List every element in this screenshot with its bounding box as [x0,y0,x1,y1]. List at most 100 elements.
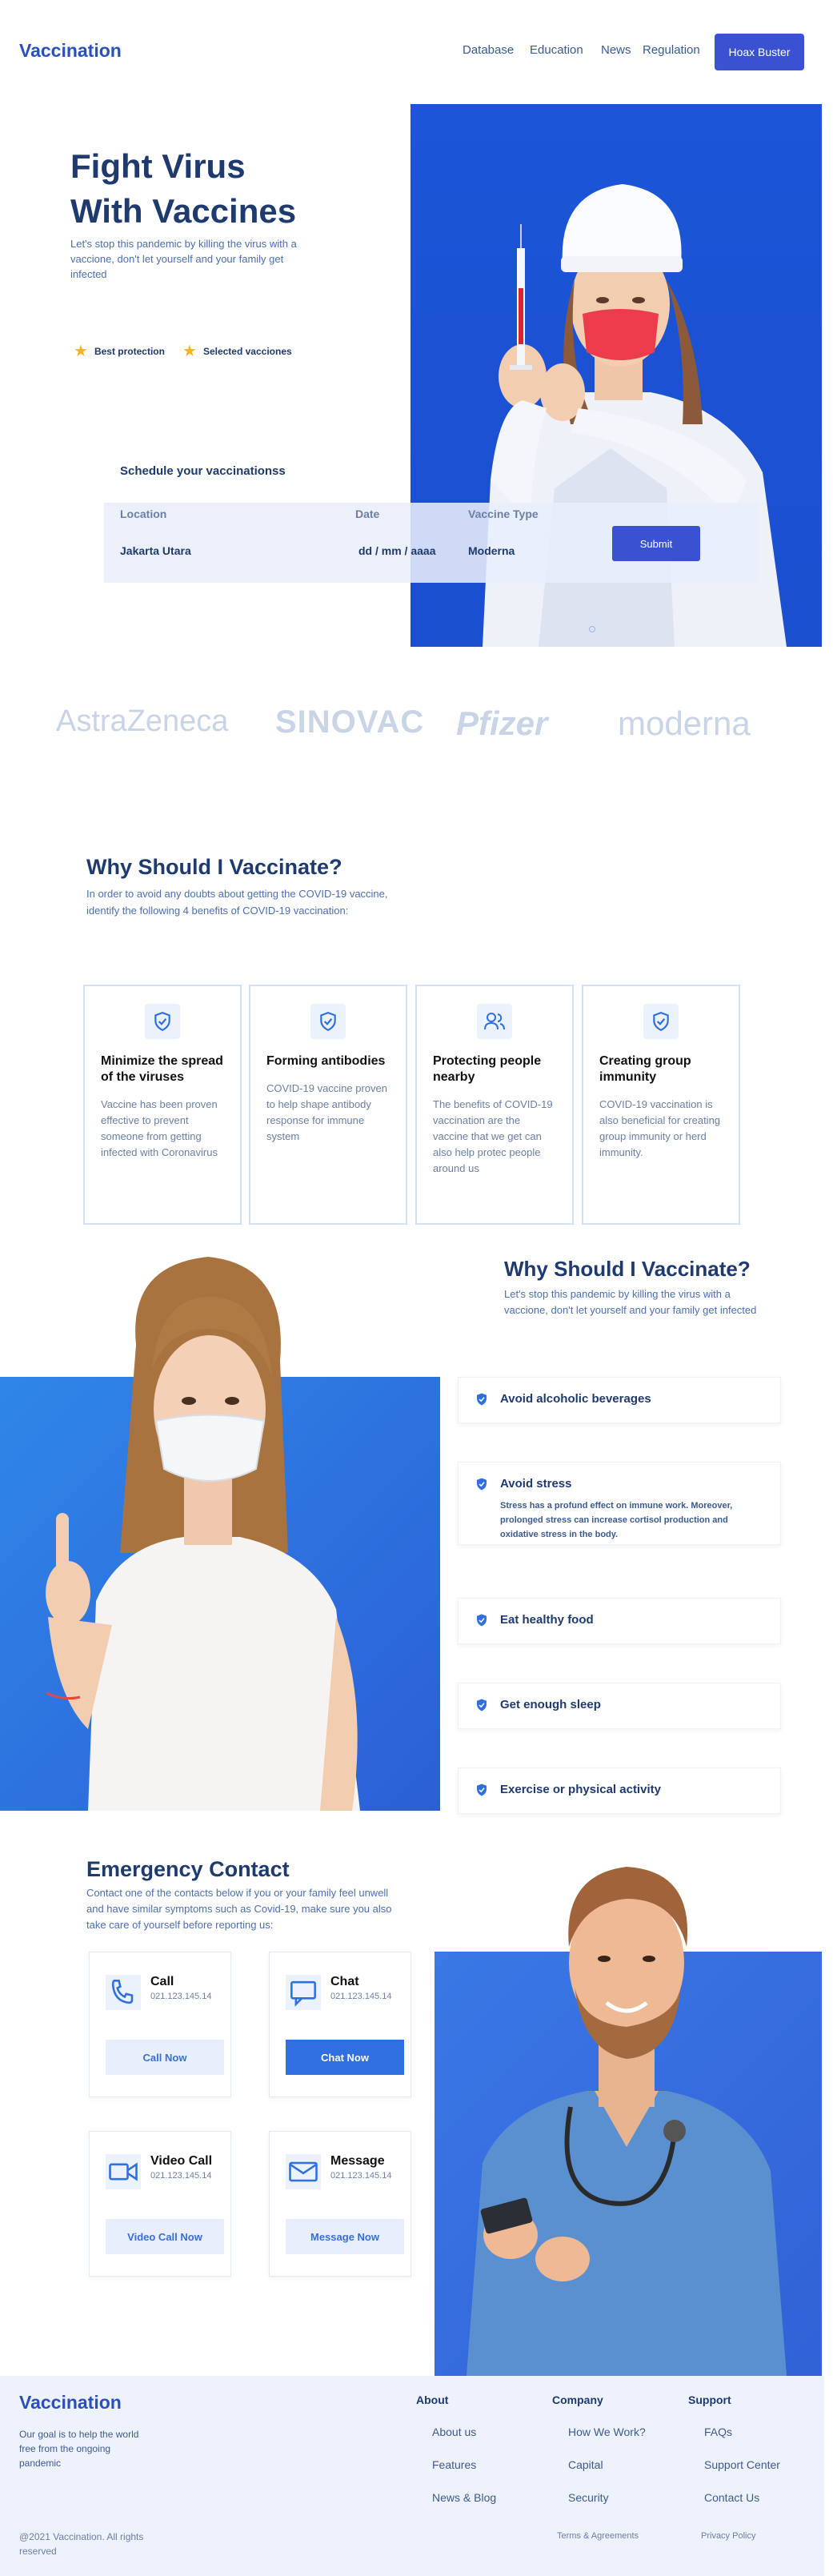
brand-moderna: moderna [618,704,751,742]
date-input[interactable]: dd / mm / aaaa [358,544,435,557]
nav-link-education[interactable]: Education [530,43,583,57]
footer-link-capital[interactable]: Capital [568,2458,603,2471]
footer-col-about-head: About [416,2393,449,2406]
badge-label: Selected vacciones [202,345,292,357]
shield-icon [475,1392,489,1410]
call-now-button[interactable]: Call Now [106,2040,224,2075]
hero-subtitle: Let's stop this pandemic by killing the … [70,238,297,280]
footer-link-security[interactable]: Security [568,2491,609,2504]
footer-col-company-head: Company [552,2393,603,2406]
chat-now-button[interactable]: Chat Now [286,2040,404,2075]
contact-name: Message [330,2154,385,2168]
why-title: Why Should I Vaccinate? [86,855,342,879]
contact-name: Call [150,1975,174,1988]
contact-name: Video Call [150,2154,213,2168]
card-title: Forming antibodies [266,1054,386,1068]
hero-title: Fight Virus With Vaccines [70,144,374,234]
footer-link-support-center[interactable]: Support Center [704,2458,780,2471]
tip-description: Stress has a profund effect on immune wo… [500,1501,733,1539]
shield-icon [475,1613,489,1631]
why2-subtitle: Let's stop this pandemic by killing the … [504,1288,757,1316]
footer-terms-link[interactable]: Terms & Agreements [557,2531,639,2541]
card-title: Protecting people nearby [433,1054,542,1084]
footer-copyright: @2021 Vaccination. All rights reserved [19,2531,144,2557]
chat-icon [286,1975,321,2014]
contact-number: 021.123.145.14 [330,2171,392,2181]
shield-check-icon [643,1004,679,1039]
card-text: COVID-19 vaccine proven to help shape an… [266,1082,388,1142]
footer-link-news-blog[interactable]: News & Blog [432,2491,496,2504]
contact-number: 021.123.145.14 [150,1992,212,2001]
vaccine-type-label: Vaccine Type [468,508,539,520]
users-icon [477,1004,512,1039]
submit-button[interactable]: Submit [612,526,700,561]
badge-selected-vaccines: ★ Selected vacciones [182,341,292,361]
footer-privacy-link[interactable]: Privacy Policy [701,2531,755,2541]
footer-logo[interactable]: Vaccination [19,2392,122,2413]
tip-title: Eat healthy food [500,1613,594,1627]
footer-link-faqs[interactable]: FAQs [704,2426,732,2438]
nav-link-database[interactable]: Database [463,43,514,57]
contact-number: 021.123.145.14 [150,2171,212,2181]
contact-card-chat: Chat 021.123.145.14 Chat Now [269,1952,411,2097]
footer-tagline: Our goal is to help the world free from … [19,2429,139,2469]
video-icon [106,2154,141,2193]
nav-link-news[interactable]: News [601,43,631,57]
tip-item[interactable]: Avoid stress Stress has a profund effect… [458,1462,781,1545]
contact-card-video-call: Video Call 021.123.145.14 Video Call Now [89,2131,231,2277]
message-now-button[interactable]: Message Now [286,2219,404,2254]
date-label: Date [355,508,380,520]
mail-icon [286,2154,321,2193]
tip-item[interactable]: Get enough sleep [458,1683,781,1729]
benefit-card: Minimize the spread of the viruses Vacci… [83,985,242,1225]
contact-card-call: Call 021.123.145.14 Call Now [89,1952,231,2097]
hero-title-line1: Fight Virus [70,147,246,185]
male-doctor-image [435,1827,822,2376]
why-subtitle: In order to avoid any doubts about getti… [86,888,388,917]
carousel-dot[interactable] [589,626,595,632]
badge-best-protection: ★ Best protection [74,341,165,361]
footer-link-about-us[interactable]: About us [432,2426,476,2438]
emergency-title: Emergency Contact [86,1857,290,1881]
card-title: Minimize the spread of the viruses [101,1054,223,1084]
footer-link-how-we-work[interactable]: How We Work? [568,2426,646,2438]
footer-link-contact-us[interactable]: Contact Us [704,2491,759,2504]
location-label: Location [120,508,167,520]
card-text: COVID-19 vaccination is also beneficial … [599,1098,721,1158]
star-icon: ★ [182,343,197,360]
benefit-card: Protecting people nearby The benefits of… [415,985,574,1225]
tip-title: Avoid alcoholic beverages [500,1392,651,1406]
star-icon: ★ [74,343,88,360]
card-text: Vaccine has been proven effective to pre… [101,1098,218,1158]
card-title: Creating group immunity [599,1054,691,1084]
nav-link-regulation[interactable]: Regulation [643,43,700,57]
shield-check-icon [145,1004,180,1039]
tip-item[interactable]: Exercise or physical activity [458,1767,781,1814]
tip-item[interactable]: Eat healthy food [458,1598,781,1644]
benefit-card: Creating group immunity COVID-19 vaccina… [582,985,740,1225]
why2-title: Why Should I Vaccinate? [504,1257,751,1281]
emergency-subtitle: Contact one of the contacts below if you… [86,1887,392,1931]
contact-number: 021.123.145.14 [330,1992,392,2001]
shield-icon [475,1783,489,1801]
footer-col-support-head: Support [688,2393,731,2406]
schedule-title: Schedule your vaccinationss [120,464,286,478]
phone-icon [106,1975,141,2014]
card-text: The benefits of COVID-19 vaccination are… [433,1098,553,1174]
shield-icon [475,1477,489,1495]
footer-link-features[interactable]: Features [432,2458,476,2471]
benefit-card: Forming antibodies COVID-19 vaccine prov… [249,985,407,1225]
logo[interactable]: Vaccination [19,40,122,62]
vaccine-type-select[interactable]: Moderna [468,544,515,557]
hoax-buster-button[interactable]: Hoax Buster [715,34,804,70]
brand-astrazeneca: AstraZeneca [56,704,229,738]
contact-name: Chat [330,1975,359,1988]
contact-card-message: Message 021.123.145.14 Message Now [269,2131,411,2277]
shield-icon [475,1698,489,1716]
brand-pfizer: Pfizer [456,704,548,742]
tip-item[interactable]: Avoid alcoholic beverages [458,1377,781,1423]
woman-mask-image [0,1249,440,1811]
location-select[interactable]: Jakarta Utara [120,544,191,557]
video-call-now-button[interactable]: Video Call Now [106,2219,224,2254]
brand-sinovac: SINOVAC [275,704,425,740]
